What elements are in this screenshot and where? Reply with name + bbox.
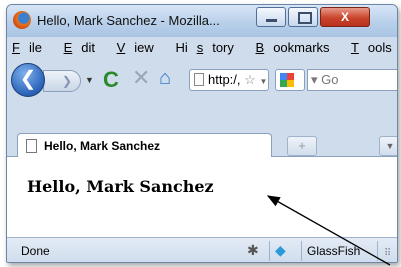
back-button[interactable]: ❮ xyxy=(11,63,45,97)
window-title: Hello, Mark Sanchez - Mozilla... xyxy=(37,13,220,28)
new-tab-button[interactable]: + xyxy=(287,136,317,156)
reload-icon[interactable]: C xyxy=(103,67,119,93)
status-bar: Done ✱ ◆ GlassFish ⠿ xyxy=(7,237,397,262)
menu-bar: File Edit View History Bookmarks Tools H… xyxy=(7,37,397,59)
menu-tools[interactable]: Tools xyxy=(351,40,397,55)
browser-window: Hello, Mark Sanchez - Mozilla... X File … xyxy=(6,4,398,263)
menu-history[interactable]: Hi s tory xyxy=(175,40,242,55)
tab-list-button[interactable]: ▼ xyxy=(379,136,397,156)
resize-grip-icon[interactable]: ⠿ xyxy=(384,248,391,259)
search-engine-selector[interactable] xyxy=(275,69,305,91)
bookmark-star-icon[interactable]: ☆ xyxy=(244,72,256,87)
status-divider xyxy=(269,241,270,261)
page-content: Hello, Mark Sanchez xyxy=(7,157,397,237)
page-icon xyxy=(26,139,37,153)
menu-bookmarks[interactable]: Bookmarks xyxy=(256,40,339,55)
addon-icon[interactable]: ◆ xyxy=(275,242,286,259)
status-divider xyxy=(301,241,302,261)
page-icon xyxy=(194,73,204,86)
menu-edit[interactable]: Edit xyxy=(64,40,104,55)
url-text: http:/, xyxy=(208,72,241,87)
history-dropdown-icon[interactable]: ▼ xyxy=(85,75,94,85)
forward-button[interactable]: ❯ xyxy=(43,70,81,92)
forward-arrow-icon: ❯ xyxy=(61,74,73,88)
search-input[interactable]: ▾ Go xyxy=(307,69,397,91)
back-arrow-icon: ❮ xyxy=(19,68,37,90)
bookmarks-toolbar xyxy=(7,99,397,127)
maximize-button[interactable] xyxy=(288,7,318,27)
stop-icon[interactable]: ✕ xyxy=(132,65,150,91)
menu-view[interactable]: View xyxy=(117,40,163,55)
home-icon[interactable]: ⌂ xyxy=(159,67,171,90)
tab-strip: Hello, Mark Sanchez + ▼ xyxy=(7,127,397,158)
bug-icon[interactable]: ✱ xyxy=(247,242,259,259)
title-bar[interactable]: Hello, Mark Sanchez - Mozilla... X xyxy=(7,5,397,37)
menu-file[interactable]: File xyxy=(12,40,51,55)
status-divider xyxy=(377,241,378,261)
tab-label: Hello, Mark Sanchez xyxy=(44,139,161,153)
tab-hello-mark-sanchez[interactable]: Hello, Mark Sanchez xyxy=(17,133,272,158)
navigation-toolbar: ❯ ❮ ▼ C ✕ ⌂ http:/, ☆ ▼ ▾ Go xyxy=(7,59,397,99)
status-text: Done xyxy=(21,244,50,258)
url-bar[interactable]: http:/, ☆ ▼ xyxy=(189,69,269,91)
google-icon xyxy=(280,73,294,87)
server-label: GlassFish xyxy=(307,244,361,258)
close-button[interactable]: X xyxy=(320,7,370,27)
firefox-logo-icon xyxy=(13,11,31,29)
page-heading: Hello, Mark Sanchez xyxy=(27,177,214,196)
minimize-button[interactable] xyxy=(256,7,286,27)
url-dropdown-icon[interactable]: ▼ xyxy=(259,77,267,86)
